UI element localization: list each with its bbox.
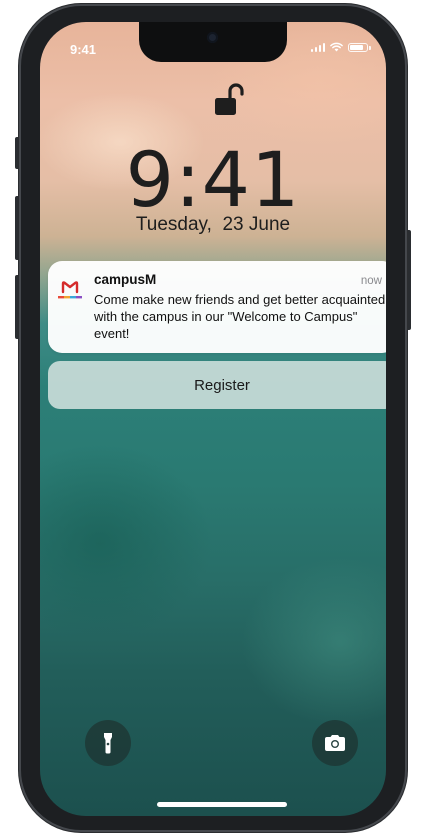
wifi-icon: [330, 42, 343, 52]
status-icons: [310, 42, 371, 52]
battery-icon: [348, 42, 371, 52]
notch: [139, 22, 287, 62]
flashlight-button[interactable]: [85, 720, 131, 766]
status-time: 9:41: [70, 42, 97, 57]
camera-icon: [325, 735, 345, 751]
notification-app-name: campusM: [94, 272, 157, 287]
notification-time: now: [360, 275, 382, 287]
device-mockup: 9:41 9:41 Tuesday, 23 June campusM now C…: [0, 0, 427, 837]
camera-button[interactable]: [312, 720, 358, 766]
notification-card[interactable]: campusM now Come make new friends and ge…: [48, 261, 386, 353]
flashlight-icon: [104, 733, 112, 754]
campusM-logo-icon: [58, 281, 82, 299]
lock-screen: 9:41 9:41 Tuesday, 23 June campusM now C…: [40, 22, 386, 816]
register-button[interactable]: Register: [48, 361, 386, 409]
lock-screen-date: Tuesday, 23 June: [135, 214, 291, 235]
lock-screen-clock: 9:41: [125, 135, 301, 224]
home-indicator[interactable]: [157, 802, 287, 807]
notification-message: Come make new friends and get better acq…: [94, 292, 386, 341]
signal-icon: [310, 42, 325, 52]
phone-frame: 9:41 9:41 Tuesday, 23 June campusM now C…: [19, 4, 407, 832]
front-camera: [207, 32, 218, 43]
unlocked-padlock-icon: [215, 83, 244, 115]
